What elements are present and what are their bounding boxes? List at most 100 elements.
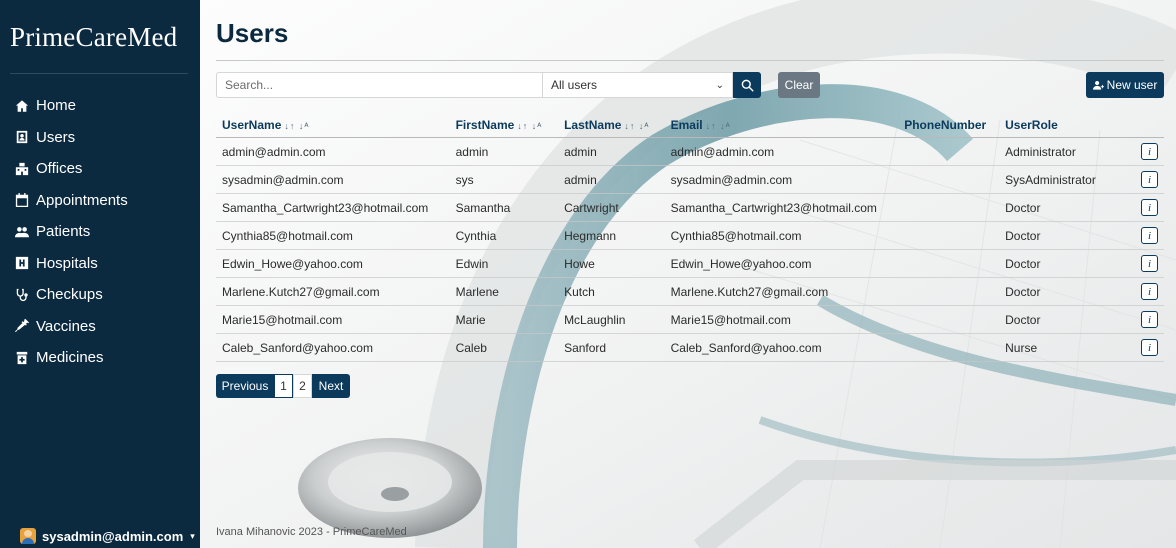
sidebar-item-appointments[interactable]: Appointments <box>14 185 128 217</box>
cell-firstname: Cynthia <box>449 221 559 250</box>
current-user-dropdown[interactable]: sysadmin@admin.com ▾ <box>20 528 195 544</box>
cell-username: sysadmin@admin.com <box>216 165 450 194</box>
sidebar-item-home[interactable]: Home <box>14 90 128 122</box>
info-button[interactable]: i <box>1141 283 1158 300</box>
search-icon <box>741 79 754 92</box>
cell-username: admin@admin.com <box>216 137 450 166</box>
cell-email: Marlene.Kutch27@gmail.com <box>664 277 899 306</box>
table-row: Caleb_Sanford@yahoo.com Caleb Sanford Ca… <box>216 333 1164 362</box>
table-row: admin@admin.com admin admin admin@admin.… <box>216 137 1164 166</box>
page-button-1[interactable]: 1 <box>274 374 293 398</box>
cell-role: SysAdministrator <box>999 165 1116 194</box>
cell-role: Doctor <box>999 221 1116 250</box>
cell-email: Samantha_Cartwright23@hotmail.com <box>664 193 899 222</box>
cell-phone <box>898 165 1000 194</box>
info-button[interactable]: i <box>1141 339 1158 356</box>
chevron-down-icon: ⌄ <box>715 79 724 91</box>
info-button[interactable]: i <box>1141 227 1158 244</box>
info-button[interactable]: i <box>1141 255 1158 272</box>
cell-role: Doctor <box>999 193 1116 222</box>
sidebar-item-label: Users <box>36 128 76 146</box>
sidebar-item-checkups[interactable]: Checkups <box>14 279 128 311</box>
info-button[interactable]: i <box>1141 171 1158 188</box>
sidebar-item-label: Patients <box>36 223 91 241</box>
info-button[interactable]: i <box>1141 199 1158 216</box>
cell-firstname: Marlene <box>449 277 559 306</box>
sidebar-item-label: Offices <box>36 160 83 178</box>
brand-divider <box>10 73 188 74</box>
column-header-phone: PhoneNumber <box>898 112 1000 138</box>
cell-username: Samantha_Cartwright23@hotmail.com <box>216 193 450 222</box>
previous-page-button[interactable]: Previous <box>216 374 274 398</box>
sidebar-item-vaccines[interactable]: Vaccines <box>14 311 128 343</box>
chevron-down-icon: ▾ <box>190 530 195 541</box>
sort-icon[interactable]: ↓↑ ↓ᴬ <box>706 121 731 131</box>
sidebar: PrimeCareMed Home Users Offices Appointm… <box>0 0 200 548</box>
clear-button[interactable]: Clear <box>778 72 820 98</box>
pagination: Previous 1 2 Next <box>216 374 350 398</box>
column-header-firstname[interactable]: FirstName ↓↑ ↓ᴬ <box>449 112 559 138</box>
users-table: UserName ↓↑ ↓ᴬ FirstName ↓↑ ↓ᴬ LastName ↓↑ … <box>216 112 1164 362</box>
sidebar-item-label: Vaccines <box>36 317 96 335</box>
sort-icon[interactable]: ↓↑ ↓ᴬ <box>284 121 309 131</box>
avatar <box>20 528 36 544</box>
cell-firstname: Edwin <box>449 249 559 278</box>
user-filter-select[interactable]: All users ⌄ <box>543 72 733 98</box>
sidebar-item-medicines[interactable]: Medicines <box>14 342 128 374</box>
sidebar-item-hospitals[interactable]: Hospitals <box>14 248 128 280</box>
cell-username: Edwin_Howe@yahoo.com <box>216 249 450 278</box>
sort-icon[interactable]: ↓↑ ↓ᴬ <box>517 121 542 131</box>
stethoscope-icon <box>14 287 30 303</box>
cell-lastname: Sanford <box>558 333 665 362</box>
page-button-2[interactable]: 2 <box>293 374 312 398</box>
brand-logo[interactable]: PrimeCareMed <box>10 22 190 53</box>
cell-role: Administrator <box>999 137 1116 166</box>
sidebar-item-label: Checkups <box>36 286 103 304</box>
cell-lastname: Hegmann <box>558 221 665 250</box>
cell-email: admin@admin.com <box>664 137 899 166</box>
column-header-role: UserRole <box>999 112 1116 138</box>
column-header-actions <box>1115 112 1164 138</box>
sidebar-item-label: Appointments <box>36 191 128 209</box>
sidebar-item-offices[interactable]: Offices <box>14 153 128 185</box>
column-header-email[interactable]: Email ↓↑ ↓ᴬ <box>664 112 899 138</box>
sort-icon[interactable]: ↓↑ ↓ᴬ <box>624 121 649 131</box>
cell-email: sysadmin@admin.com <box>664 165 899 194</box>
table-row: Marie15@hotmail.com Marie McLaughlin Mar… <box>216 305 1164 334</box>
title-divider <box>216 60 1164 61</box>
cell-phone <box>898 137 1000 166</box>
cell-role: Doctor <box>999 249 1116 278</box>
cell-firstname: Marie <box>449 305 559 334</box>
table-header-row: UserName ↓↑ ↓ᴬ FirstName ↓↑ ↓ᴬ LastName ↓↑ … <box>216 112 1164 138</box>
cell-phone <box>898 221 1000 250</box>
info-button[interactable]: i <box>1141 143 1158 160</box>
table-row: Cynthia85@hotmail.com Cynthia Hegmann Cy… <box>216 221 1164 250</box>
sidebar-nav: Home Users Offices Appointments Patients <box>14 90 128 374</box>
search-input[interactable] <box>216 72 543 98</box>
column-header-lastname[interactable]: LastName ↓↑ ↓ᴬ <box>558 112 665 138</box>
cell-firstname: Samantha <box>449 193 559 222</box>
column-header-username[interactable]: UserName ↓↑ ↓ᴬ <box>216 112 450 138</box>
home-icon <box>14 98 30 114</box>
cell-firstname: sys <box>449 165 559 194</box>
cell-username: Marie15@hotmail.com <box>216 305 450 334</box>
cell-phone <box>898 193 1000 222</box>
new-user-label: New user <box>1106 78 1158 92</box>
current-user-label: sysadmin@admin.com <box>42 528 184 544</box>
people-icon <box>14 224 30 240</box>
user-filter-value: All users <box>551 78 598 92</box>
sidebar-item-users[interactable]: Users <box>14 122 128 154</box>
cell-email: Edwin_Howe@yahoo.com <box>664 249 899 278</box>
cell-username: Marlene.Kutch27@gmail.com <box>216 277 450 306</box>
info-button[interactable]: i <box>1141 311 1158 328</box>
cell-username: Cynthia85@hotmail.com <box>216 221 450 250</box>
new-user-button[interactable]: New user <box>1086 72 1164 98</box>
sidebar-item-patients[interactable]: Patients <box>14 216 128 248</box>
cell-lastname: McLaughlin <box>558 305 665 334</box>
search-button[interactable] <box>733 72 761 98</box>
next-page-button[interactable]: Next <box>312 374 350 398</box>
cell-email: Cynthia85@hotmail.com <box>664 221 899 250</box>
cell-phone <box>898 249 1000 278</box>
calendar-icon <box>14 192 30 208</box>
cell-role: Doctor <box>999 277 1116 306</box>
